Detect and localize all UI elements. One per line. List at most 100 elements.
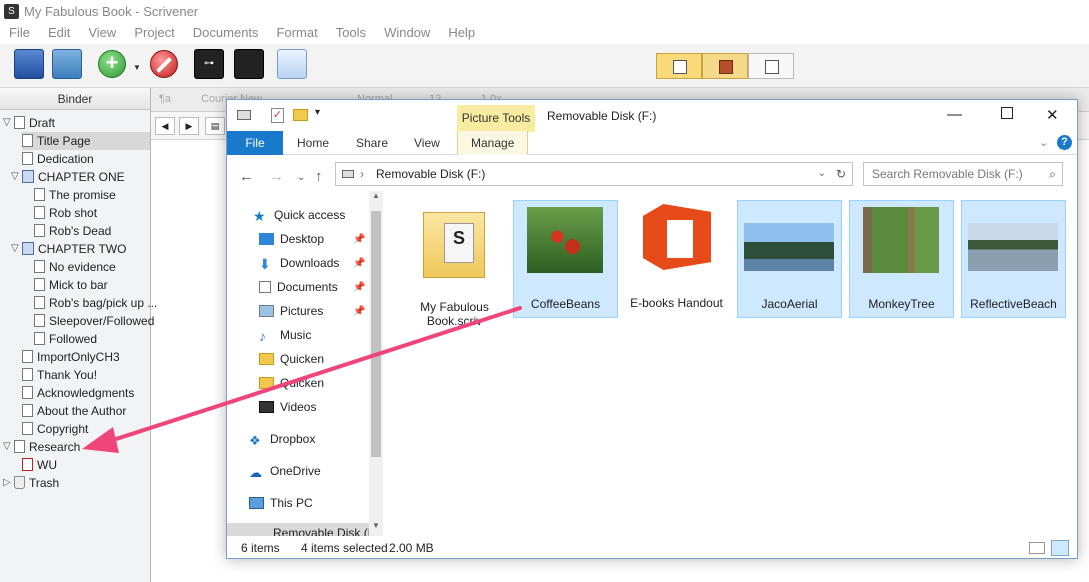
binder-item-the-promise[interactable]: The promise — [34, 186, 116, 204]
nav-dropbox[interactable]: ❖ Dropbox — [249, 429, 315, 449]
binder-item-importonlych3[interactable]: ImportOnlyCH3 — [22, 348, 120, 366]
keywords-icon[interactable]: ⊶ — [194, 49, 224, 79]
menu-documents[interactable]: Documents — [184, 24, 268, 44]
scroll-up-icon[interactable]: ▲ — [372, 191, 380, 200]
menu-file[interactable]: File — [0, 24, 39, 44]
nav-videos[interactable]: Videos — [259, 397, 316, 417]
paragraph-style-select[interactable]: ¶a — [159, 93, 171, 105]
pin-icon[interactable]: 📌 — [353, 282, 365, 293]
add-dropdown-icon[interactable]: ▼ — [133, 63, 141, 72]
binder-item-chapter-one[interactable]: CHAPTER ONE — [22, 168, 125, 186]
nav-quicken-1[interactable]: Quicken — [259, 349, 324, 369]
binder-item-no-evidence[interactable]: No evidence — [34, 258, 116, 276]
large-icons-view-icon[interactable] — [1051, 540, 1069, 556]
nav-pictures[interactable]: Pictures — [259, 301, 323, 321]
inspector-icon[interactable] — [52, 49, 82, 79]
trash-disclosure-icon[interactable]: ▷ — [3, 477, 11, 488]
menu-view[interactable]: View — [79, 24, 125, 44]
scroll-down-icon[interactable]: ▼ — [372, 521, 380, 530]
scrivenings-view-button[interactable] — [656, 53, 702, 79]
quick-access-dropdown-icon[interactable]: ▾ — [315, 107, 320, 118]
nav-this-pc[interactable]: This PC — [249, 493, 313, 513]
binder-item-title-page[interactable]: Title Page — [22, 132, 150, 150]
binder-item-draft[interactable]: Draft — [14, 114, 55, 132]
binder-item-trash[interactable]: Trash — [14, 474, 59, 492]
binder-item-followed[interactable]: Followed — [34, 330, 97, 348]
chapter-two-disclosure-icon[interactable]: ▽ — [11, 243, 19, 254]
scrollbar-thumb[interactable] — [371, 211, 381, 457]
menu-project[interactable]: Project — [125, 24, 183, 44]
menu-edit[interactable]: Edit — [39, 24, 79, 44]
pin-icon[interactable]: 📌 — [353, 306, 365, 317]
document-icon[interactable]: ▤ — [205, 117, 225, 135]
file-item-scriv[interactable]: S My Fabulous Book.scriv — [403, 200, 508, 328]
new-folder-icon[interactable] — [293, 109, 308, 121]
binder-toggle-icon[interactable] — [14, 49, 44, 79]
file-item-ebooks-handout[interactable]: E-books Handout — [625, 200, 730, 318]
research-disclosure-icon[interactable]: ▽ — [3, 441, 11, 452]
nav-quick-access[interactable]: ★ Quick access — [253, 205, 345, 225]
minimize-icon[interactable]: — — [947, 106, 962, 123]
nav-quicken-2[interactable]: Quicken — [259, 373, 324, 393]
search-input[interactable]: Search Removable Disk (F:) ⌕ — [863, 162, 1063, 186]
binder-item-about-the-author[interactable]: About the Author — [22, 402, 126, 420]
nav-documents[interactable]: Documents — [259, 277, 338, 297]
forward-arrow-icon[interactable]: → — [269, 168, 284, 185]
recent-locations-icon[interactable]: ⌄ — [297, 172, 305, 183]
chapter-one-disclosure-icon[interactable]: ▽ — [11, 171, 19, 182]
menu-help[interactable]: Help — [439, 24, 484, 44]
help-icon[interactable]: ? — [1057, 135, 1072, 150]
binder-item-robs-dead[interactable]: Rob's Dead — [34, 222, 111, 240]
tab-manage[interactable]: Manage — [457, 131, 529, 155]
binder-item-thank-you[interactable]: Thank You! — [22, 366, 97, 384]
address-dropdown-icon[interactable]: ⌄ — [818, 163, 826, 185]
nav-music[interactable]: ♪ Music — [259, 325, 311, 345]
file-item-monkeytree[interactable]: MonkeyTree — [849, 200, 954, 318]
binder-item-sleepover[interactable]: Sleepover/Followed — [34, 312, 154, 330]
details-view-icon[interactable] — [1029, 542, 1045, 554]
address-input[interactable]: › Removable Disk (F:) ⌄ ↻ — [335, 162, 853, 186]
file-item-reflectivebeach[interactable]: ReflectiveBeach — [961, 200, 1066, 318]
tab-file[interactable]: File — [227, 131, 283, 155]
binder-item-acknowledgments[interactable]: Acknowledgments — [22, 384, 134, 402]
nav-removable-disk[interactable]: Removable Disk (F — [227, 523, 375, 536]
file-item-jacoaerial[interactable]: JacoAerial — [737, 200, 842, 318]
menu-format[interactable]: Format — [268, 24, 327, 44]
binder-item-chapter-two[interactable]: CHAPTER TWO — [22, 240, 126, 258]
menu-tools[interactable]: Tools — [327, 24, 375, 44]
compile-icon[interactable] — [277, 49, 307, 79]
back-arrow-icon[interactable]: ← — [239, 168, 254, 185]
back-arrow-icon[interactable]: ◀ — [155, 117, 175, 135]
binder-item-dedication[interactable]: Dedication — [22, 150, 94, 168]
binder-item-mick-to-bar[interactable]: Mick to bar — [34, 276, 108, 294]
up-arrow-icon[interactable]: ↑ — [315, 168, 323, 185]
delete-item-icon[interactable] — [150, 50, 178, 78]
properties-icon[interactable]: ✓ — [271, 108, 284, 123]
forward-arrow-icon[interactable]: ▶ — [179, 117, 199, 135]
add-item-icon[interactable]: + — [98, 50, 126, 78]
close-icon[interactable]: ✕ — [1046, 106, 1059, 124]
binder-item-rob-shot[interactable]: Rob shot — [34, 204, 97, 222]
nav-scrollbar[interactable]: ▲ ▼ — [369, 191, 383, 536]
composition-mode-icon[interactable] — [234, 49, 264, 79]
binder-item-wu[interactable]: WU — [22, 456, 57, 474]
tab-home[interactable]: Home — [297, 131, 329, 155]
binder-item-robs-bag[interactable]: Rob's bag/pick up ... — [34, 294, 157, 312]
nav-onedrive[interactable]: ☁ OneDrive — [249, 461, 321, 481]
file-item-coffeebeans[interactable]: CoffeeBeans — [513, 200, 618, 318]
nav-downloads[interactable]: ⬇ Downloads — [259, 253, 339, 273]
nav-desktop[interactable]: Desktop — [259, 229, 324, 249]
draft-disclosure-icon[interactable]: ▽ — [3, 117, 11, 128]
pin-icon[interactable]: 📌 — [353, 234, 365, 245]
corkboard-view-button[interactable] — [702, 53, 748, 79]
refresh-icon[interactable]: ↻ — [836, 163, 846, 185]
binder-item-research[interactable]: Research — [14, 438, 80, 456]
ribbon-expand-icon[interactable]: ⌄ — [1039, 131, 1048, 155]
outliner-view-button[interactable] — [748, 53, 794, 79]
tab-share[interactable]: Share — [356, 131, 388, 155]
maximize-icon[interactable] — [1001, 107, 1013, 119]
tab-view[interactable]: View — [414, 131, 440, 155]
menu-window[interactable]: Window — [375, 24, 439, 44]
pin-icon[interactable]: 📌 — [353, 258, 365, 269]
binder-item-copyright[interactable]: Copyright — [22, 420, 88, 438]
